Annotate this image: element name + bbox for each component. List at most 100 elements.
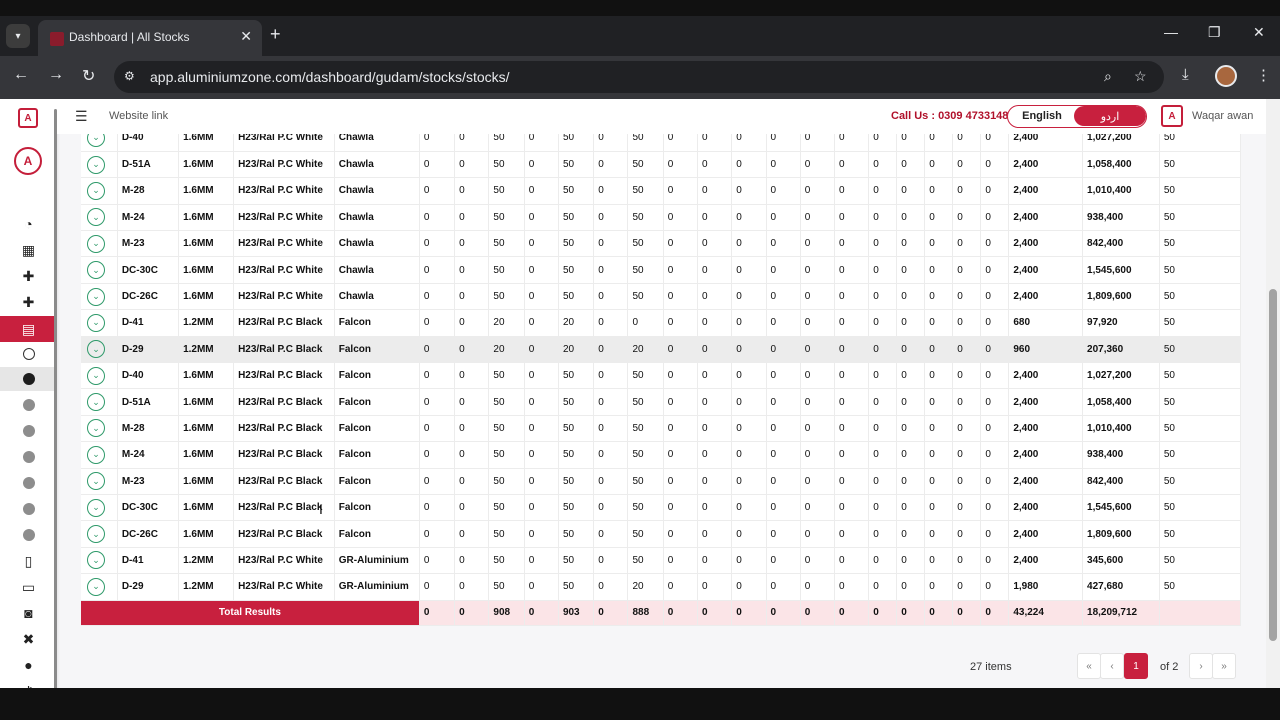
user-name[interactable]: Waqar awan <box>1192 110 1253 122</box>
page-scrollbar[interactable] <box>1266 99 1280 704</box>
table-row[interactable]: ⌄ M-23 1.6MM H23/Ral P.C White Chawla 0 0 50 0 50… <box>81 230 1241 258</box>
website-link[interactable]: Website link <box>109 110 168 122</box>
sidebar-subitem-8[interactable] <box>0 523 57 547</box>
expand-row-icon[interactable]: ⌄ <box>87 419 105 438</box>
download-icon[interactable]: ⤓ <box>1182 66 1189 83</box>
expand-row-icon[interactable]: ⌄ <box>87 366 105 385</box>
next-page-button[interactable]: › <box>1189 653 1213 679</box>
qty-cell: 0 <box>593 204 629 232</box>
reload-icon[interactable]: ↻ <box>82 66 95 86</box>
table-row[interactable]: ⌄ D-51A 1.6MM H23/Ral P.C Black Falcon 0 0 50 0 5… <box>81 388 1241 416</box>
language-toggle[interactable]: English اردو <box>1007 105 1147 128</box>
table-row[interactable]: ⌄ M-24 1.6MM H23/Ral P.C Black Falcon 0 0 50 0 50… <box>81 441 1241 469</box>
sidebar-scrollbar[interactable] <box>54 109 57 689</box>
qty-cell: 0 <box>834 336 870 364</box>
tab-search-icon[interactable]: ▾ <box>6 24 30 48</box>
app-logo-small[interactable]: A <box>18 108 38 128</box>
sidebar-item-documents[interactable]: ▯ <box>0 549 57 573</box>
sidebar-item-tools[interactable]: ✖ <box>0 627 57 651</box>
qty-cell: 0 <box>454 336 490 364</box>
site-info-icon[interactable]: ⚙ <box>124 69 135 83</box>
prev-page-button[interactable]: ‹ <box>1100 653 1124 679</box>
table-row[interactable]: ⌄ D-40 1.6MM H23/Ral P.C Black Falcon 0 0 50 0 50… <box>81 362 1241 390</box>
new-tab-icon[interactable]: + <box>270 24 281 45</box>
sidebar-item-add-2[interactable]: ✚ <box>0 290 57 314</box>
table-row[interactable]: ⌄ D-29 1.2MM H23/Ral P.C Black Falcon 0 0 20 0 20… <box>81 336 1241 364</box>
expand-row-icon[interactable]: ⌄ <box>87 340 105 359</box>
sidebar-item-add[interactable]: ✚ <box>0 264 57 288</box>
scrollbar-thumb[interactable] <box>1269 289 1277 641</box>
table-row[interactable]: ⌄ M-24 1.6MM H23/Ral P.C White Chawla 0 0 50 0 50… <box>81 204 1241 232</box>
more-menu-icon[interactable]: ⋮ <box>1256 66 1271 84</box>
sidebar-item-stocks[interactable]: ▤ <box>0 316 57 342</box>
expand-row-icon[interactable]: ⌄ <box>87 498 105 517</box>
zoom-icon[interactable]: ⌕ <box>1104 68 1112 85</box>
table-row[interactable]: ⌄ M-23 1.6MM H23/Ral P.C Black Falcon 0 0 50 0 50… <box>81 468 1241 495</box>
expand-row-icon[interactable]: ⌄ <box>87 313 105 332</box>
total-cell: 2,400 <box>1008 256 1084 284</box>
sidebar-item-wallet[interactable]: ▭ <box>0 575 57 599</box>
sidebar-subitem-3[interactable] <box>0 393 57 417</box>
expand-row-icon[interactable]: ⌄ <box>87 134 105 147</box>
expand-row-icon[interactable]: ⌄ <box>87 393 105 412</box>
table-row[interactable]: ⌄ DC-26C 1.6MM H23/Ral P.C White Chawla 0 0 50 0… <box>81 283 1241 311</box>
table-row[interactable]: ⌄ M-28 1.6MM H23/Ral P.C White Chawla 0 0 50 0 50… <box>81 177 1241 205</box>
sidebar-subitem-7[interactable] <box>0 497 57 521</box>
minimize-icon[interactable]: — <box>1164 24 1178 40</box>
table-row[interactable]: ⌄ D-41 1.2MM H23/Ral P.C Black Falcon 0 0 20 0 20… <box>81 309 1241 337</box>
sidebar-subitem-5[interactable] <box>0 445 57 469</box>
qty-cell: 50 <box>488 468 525 495</box>
sidebar-subitem-6[interactable] <box>0 471 57 495</box>
qty-cell: 0 <box>868 134 898 152</box>
table-row[interactable]: ⌄ D-40 1.6MM H23/Ral P.C White Chawla 0 0 50 0 50… <box>81 134 1241 152</box>
address-bar[interactable]: ⚙ app.aluminiumzone.com/dashboard/gudam/… <box>114 61 1164 93</box>
bookmark-star-icon[interactable]: ☆ <box>1134 68 1147 85</box>
table-row[interactable]: ⌄ D-29 1.2MM H23/Ral P.C White GR-Aluminium 0… <box>81 573 1241 601</box>
qty-cell: 0 <box>800 151 836 179</box>
expand-row-icon[interactable]: ⌄ <box>87 525 105 544</box>
expand-row-icon[interactable]: ⌄ <box>87 577 105 596</box>
user-avatar[interactable]: A <box>1161 105 1183 127</box>
sidebar-subitem-1[interactable] <box>0 342 57 366</box>
sidebar-item-calculator[interactable]: ▦ <box>0 238 57 262</box>
browser-tab[interactable]: Dashboard | All Stocks ✕ <box>38 20 262 56</box>
expand-row-icon[interactable]: ⌄ <box>87 261 105 280</box>
expand-row-icon[interactable]: ⌄ <box>87 445 105 464</box>
table-row[interactable]: ⌄ DC-26C 1.6MM H23/Ral P.C Black Falcon 0 0 50 0… <box>81 520 1241 548</box>
sidebar-subitem-2[interactable] <box>0 367 57 391</box>
expand-row-icon[interactable]: ⌄ <box>87 551 105 570</box>
qty-cell: 0 <box>980 309 1010 337</box>
expand-row-icon[interactable]: ⌄ <box>87 181 105 200</box>
profile-avatar[interactable] <box>1215 65 1237 87</box>
qty-cell: 20 <box>627 336 664 364</box>
total-cell: 960 <box>1008 336 1084 364</box>
close-tab-icon[interactable]: ✕ <box>240 28 252 45</box>
expand-row-icon[interactable]: ⌄ <box>87 234 105 253</box>
forward-icon[interactable]: → <box>48 66 64 84</box>
last-page-button[interactable]: » <box>1212 653 1236 679</box>
table-row[interactable]: ⌄ D-41 1.2MM H23/Ral P.C White GR-Aluminium 0… <box>81 547 1241 575</box>
window-close-icon[interactable]: ✕ <box>1253 24 1265 41</box>
lang-english-button[interactable]: English <box>1008 106 1076 126</box>
table-row[interactable]: ⌄ M-28 1.6MM H23/Ral P.C Black Falcon 0 0 50 0 50… <box>81 415 1241 443</box>
expand-cell: ⌄ <box>81 151 118 179</box>
restore-icon[interactable]: ❐ <box>1208 24 1221 41</box>
page-1-button[interactable]: 1 <box>1124 653 1148 679</box>
table-row[interactable]: ⌄ D-51A 1.6MM H23/Ral P.C White Chawla 0 0 50 0 5… <box>81 151 1241 179</box>
page-of-label: of 2 <box>1160 661 1179 673</box>
lang-urdu-button[interactable]: اردو <box>1074 106 1146 126</box>
sidebar-item-user[interactable]: ● <box>0 653 57 677</box>
sidebar-item-bag[interactable]: ◙ <box>0 601 57 625</box>
expand-row-icon[interactable]: ⌄ <box>87 155 105 174</box>
sidebar-item-dashboard[interactable]: ◔ <box>0 212 57 236</box>
expand-row-icon[interactable]: ⌄ <box>87 208 105 227</box>
hamburger-menu-icon[interactable]: ☰ <box>75 108 88 125</box>
expand-row-icon[interactable]: ⌄ <box>87 287 105 306</box>
sidebar-subitem-4[interactable] <box>0 419 57 443</box>
table-row[interactable]: ⌄ DC-30C 1.6MM H23/Ral P.C Black Falcon 0 0 50 0… <box>81 494 1241 522</box>
expand-row-icon[interactable]: ⌄ <box>87 472 105 491</box>
table-row[interactable]: ⌄ DC-30C 1.6MM H23/Ral P.C White Chawla 0 0 50 0… <box>81 256 1241 284</box>
first-page-button[interactable]: « <box>1077 653 1101 679</box>
back-icon[interactable]: ← <box>13 66 29 84</box>
url-text[interactable]: app.aluminiumzone.com/dashboard/gudam/st… <box>150 69 510 85</box>
